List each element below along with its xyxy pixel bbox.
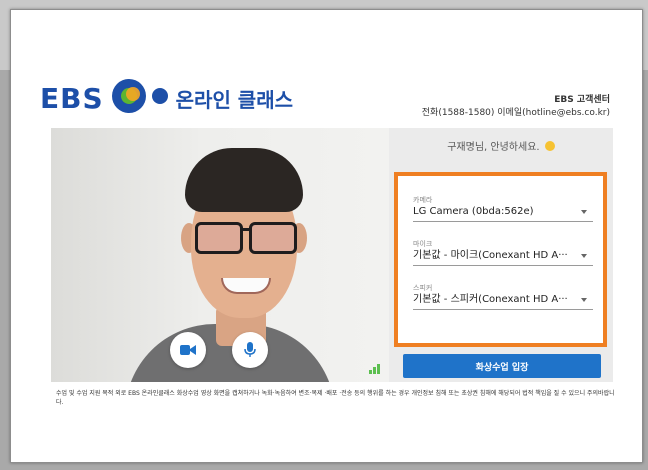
- video-camera-icon: [180, 345, 196, 355]
- camera-select[interactable]: 카메라 LG Camera (0bda:562e): [413, 196, 593, 222]
- speaker-label: 스피커: [413, 284, 433, 292]
- ebs-symbol-icon: [111, 79, 168, 117]
- legal-notice: 수업 및 수업 지원 목적 외로 EBS 온라인클래스 화상수업 영상 화면을 …: [56, 390, 615, 406]
- device-settings-highlight: 카메라 LG Camera (0bda:562e) 마이크 기본값 - 마이크(…: [394, 172, 607, 347]
- logo-service-name: 온라인 클래스: [175, 87, 294, 112]
- speaker-select[interactable]: 스피커 기본값 - 스피커(Conexant HD A···: [413, 284, 593, 310]
- camera-label: 카메라: [413, 196, 433, 204]
- customer-center: EBS 고객센터 전화(1588-1580) 이메일(hotline@ebs.c…: [422, 94, 610, 120]
- chevron-down-icon: [581, 210, 587, 214]
- customer-center-contact: 전화(1588-1580) 이메일(hotline@ebs.co.kr): [421, 108, 610, 118]
- video-preview: [51, 128, 389, 382]
- chevron-down-icon: [581, 298, 587, 302]
- microphone-icon: [244, 342, 256, 357]
- signal-bars-icon: [369, 362, 381, 374]
- ebs-logo[interactable]: EBS 온라인 클래스: [40, 78, 293, 118]
- enter-class-button[interactable]: 화상수업 입장: [403, 354, 601, 378]
- greeting-text: 구재명님, 안녕하세요.: [447, 142, 540, 153]
- chevron-down-icon: [581, 254, 587, 258]
- mic-label: 마이크: [413, 240, 433, 248]
- camera-toggle-button[interactable]: [170, 332, 206, 368]
- mic-value: 기본값 - 마이크(Conexant HD A···: [413, 250, 568, 261]
- mic-select[interactable]: 마이크 기본값 - 마이크(Conexant HD A···: [413, 240, 593, 266]
- greeting: 구재명님, 안녕하세요.: [389, 138, 613, 153]
- camera-value: LG Camera (0bda:562e): [413, 206, 534, 217]
- customer-center-title: EBS 고객센터: [554, 95, 610, 105]
- logo-ebs-text: EBS: [40, 81, 104, 115]
- header: EBS 온라인 클래스 EBS 고객센터 전화(1588-1580) 이메일(h…: [40, 78, 610, 128]
- speaker-value: 기본값 - 스피커(Conexant HD A···: [413, 294, 568, 305]
- smile-icon: [544, 141, 555, 151]
- mic-toggle-button[interactable]: [232, 332, 268, 368]
